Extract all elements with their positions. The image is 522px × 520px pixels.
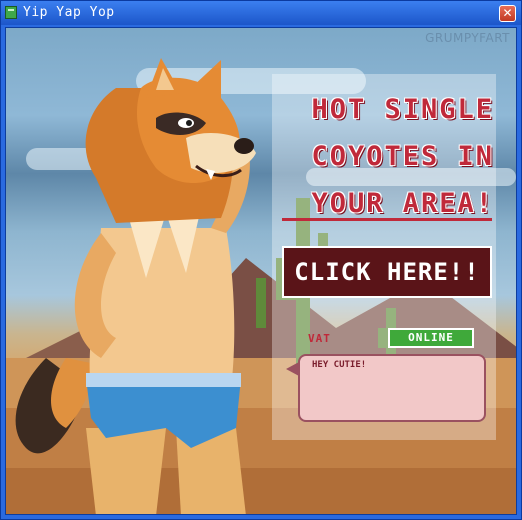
ad-headline: HOT SINGLE COYOTES IN YOUR AREA! bbox=[311, 94, 494, 219]
chat-username: VAT bbox=[308, 332, 331, 345]
online-status-badge: ONLINE bbox=[388, 328, 474, 348]
app-icon bbox=[5, 6, 17, 19]
artist-watermark: GRUMPYFART bbox=[425, 31, 510, 45]
headline-divider bbox=[282, 218, 492, 221]
close-button[interactable]: ✕ bbox=[499, 5, 516, 22]
title-bar[interactable]: Yip Yap Yop ✕ bbox=[1, 1, 521, 25]
app-window: Yip Yap Yop ✕ GRUMPYFART HOT SINGLE COYO… bbox=[0, 0, 522, 520]
window-title: Yip Yap Yop bbox=[23, 5, 115, 20]
chat-message-text: HEY CUTIE! bbox=[312, 360, 367, 370]
click-here-button[interactable]: CLICK HERE!! bbox=[282, 246, 492, 298]
game-scene: GRUMPYFART HOT SINGLE COYOTES IN YOUR AR… bbox=[5, 27, 517, 515]
coyote-character-image bbox=[15, 58, 256, 514]
